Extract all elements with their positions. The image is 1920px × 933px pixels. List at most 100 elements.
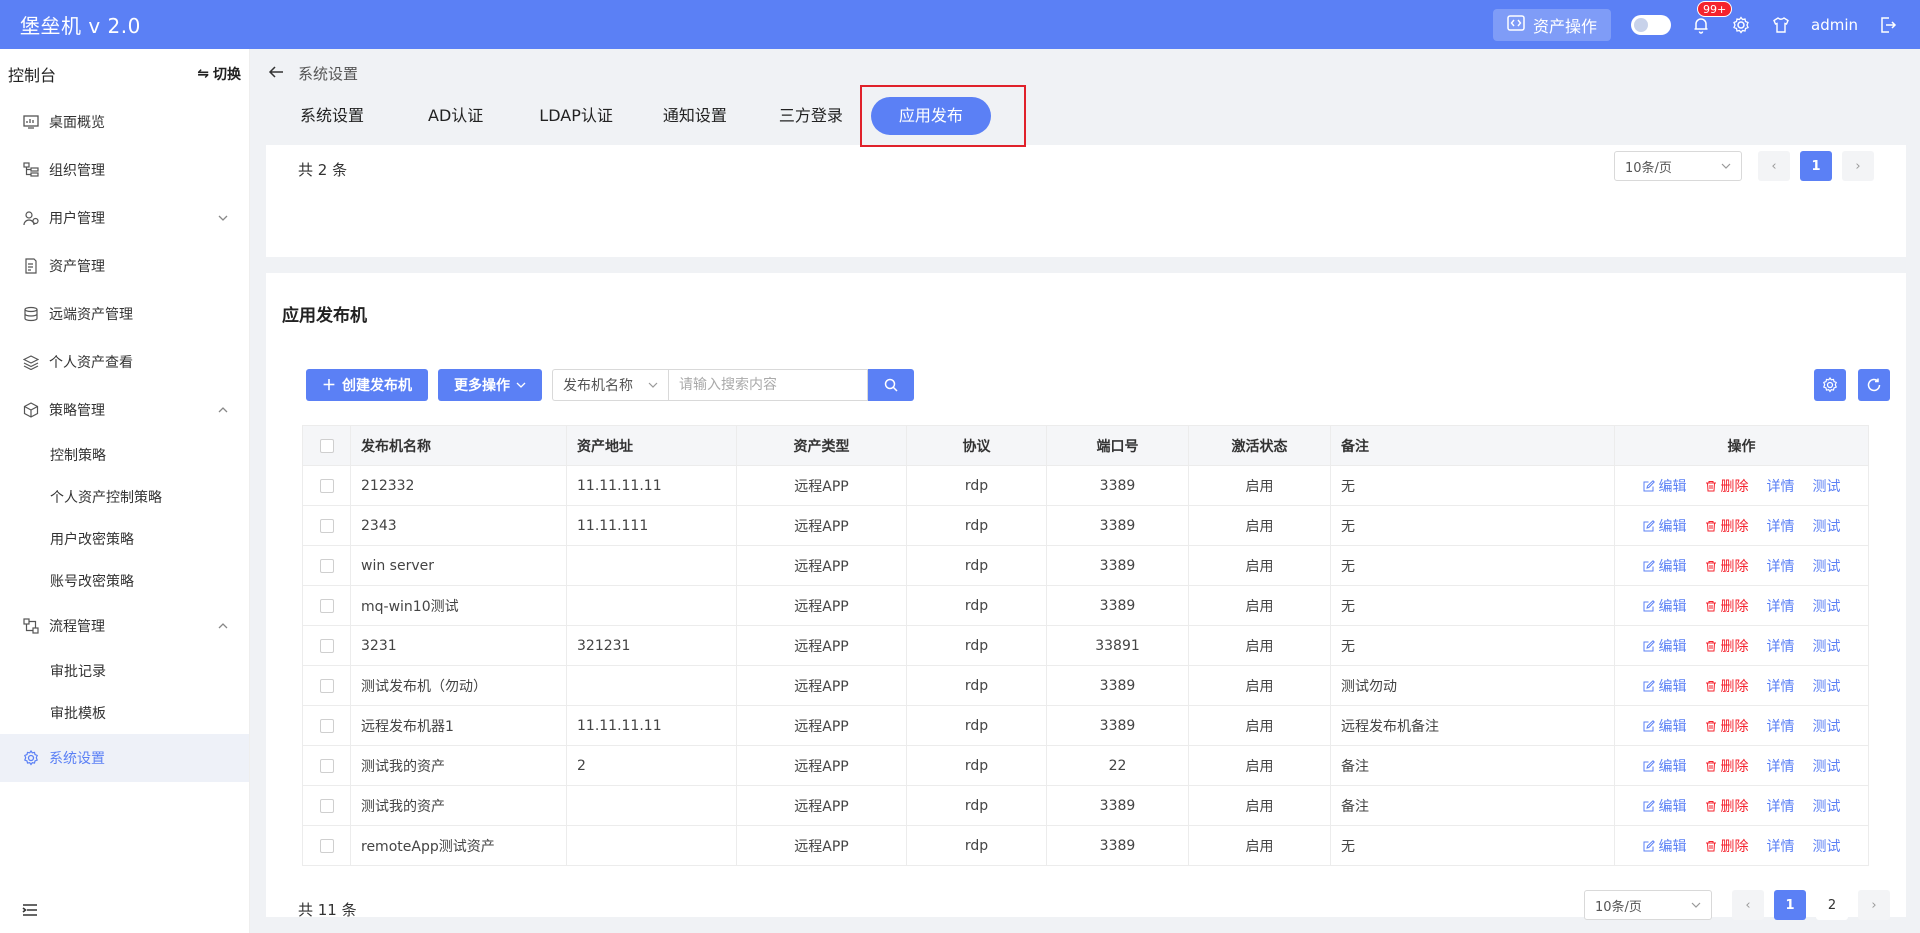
row-checkbox[interactable] [319, 638, 334, 653]
delete-button[interactable]: 删除 [1705, 476, 1749, 496]
row-select-cell[interactable] [302, 465, 351, 506]
delete-button[interactable]: 删除 [1705, 796, 1749, 816]
search-field-select[interactable]: 发布机名称 [552, 369, 668, 401]
delete-button[interactable]: 删除 [1705, 756, 1749, 776]
tab-ad-auth[interactable]: AD认证 [408, 97, 503, 135]
delete-button[interactable]: 删除 [1705, 636, 1749, 656]
next-page-button[interactable]: › [1858, 890, 1890, 920]
theme-toggle[interactable] [1631, 14, 1671, 35]
prev-page-button[interactable]: ‹ [1732, 890, 1764, 920]
detail-button[interactable]: 详情 [1767, 556, 1795, 576]
edit-button[interactable]: 编辑 [1643, 556, 1687, 576]
delete-button[interactable]: 删除 [1705, 556, 1749, 576]
edit-button[interactable]: 编辑 [1643, 676, 1687, 696]
bottom-page-size-select[interactable]: 10条/页 [1584, 890, 1712, 920]
test-button[interactable]: 测试 [1813, 716, 1841, 736]
sidebar-subitem-control-policy[interactable]: 控制策略 [0, 434, 249, 476]
edit-button[interactable]: 编辑 [1643, 756, 1687, 776]
asset-operation-button[interactable]: 资产操作 [1492, 8, 1611, 41]
prev-page-button[interactable]: ‹ [1758, 151, 1790, 181]
test-button[interactable]: 测试 [1813, 836, 1841, 856]
username[interactable]: admin [1811, 16, 1858, 34]
page-button[interactable]: 2 [1816, 890, 1848, 920]
test-button[interactable]: 测试 [1813, 676, 1841, 696]
row-select-cell[interactable] [302, 545, 351, 586]
delete-button[interactable]: 删除 [1705, 516, 1749, 536]
top-page-size-select[interactable]: 10条/页 [1614, 151, 1742, 181]
settings-button[interactable] [1731, 15, 1751, 35]
row-checkbox[interactable] [319, 798, 334, 813]
tab-notification[interactable]: 通知设置 [643, 97, 747, 135]
tab-third-party-login[interactable]: 三方登录 [759, 97, 863, 135]
sidebar-item-users[interactable]: 用户管理 [0, 194, 249, 242]
select-all-checkbox[interactable] [319, 438, 334, 453]
edit-button[interactable]: 编辑 [1643, 476, 1687, 496]
test-button[interactable]: 测试 [1813, 476, 1841, 496]
next-page-button[interactable]: › [1842, 151, 1874, 181]
switch-button[interactable]: ⇋ 切换 [197, 64, 241, 84]
row-select-cell[interactable] [302, 785, 351, 826]
edit-button[interactable]: 编辑 [1643, 716, 1687, 736]
sidebar-subitem-approval-templates[interactable]: 审批模板 [0, 692, 249, 734]
sidebar-item-policies[interactable]: 策略管理 [0, 386, 249, 434]
sidebar-item-system-settings[interactable]: 系统设置 [0, 734, 249, 782]
row-checkbox[interactable] [319, 598, 334, 613]
back-arrow-icon[interactable] [268, 65, 284, 83]
detail-button[interactable]: 详情 [1767, 476, 1795, 496]
sidebar-item-workflow[interactable]: 流程管理 [0, 602, 249, 650]
search-input[interactable] [668, 369, 868, 401]
row-checkbox[interactable] [319, 558, 334, 573]
delete-button[interactable]: 删除 [1705, 716, 1749, 736]
row-checkbox[interactable] [319, 718, 334, 733]
row-checkbox[interactable] [319, 838, 334, 853]
delete-button[interactable]: 删除 [1705, 836, 1749, 856]
row-select-cell[interactable] [302, 705, 351, 746]
delete-button[interactable]: 删除 [1705, 596, 1749, 616]
more-actions-button[interactable]: 更多操作 [438, 369, 542, 401]
row-checkbox[interactable] [319, 678, 334, 693]
detail-button[interactable]: 详情 [1767, 756, 1795, 776]
edit-button[interactable]: 编辑 [1643, 516, 1687, 536]
test-button[interactable]: 测试 [1813, 556, 1841, 576]
detail-button[interactable]: 详情 [1767, 636, 1795, 656]
row-checkbox[interactable] [319, 758, 334, 773]
sidebar-subitem-personal-control-policy[interactable]: 个人资产控制策略 [0, 476, 249, 518]
sidebar-subitem-user-password-policy[interactable]: 用户改密策略 [0, 518, 249, 560]
detail-button[interactable]: 详情 [1767, 676, 1795, 696]
detail-button[interactable]: 详情 [1767, 796, 1795, 816]
refresh-button[interactable] [1858, 369, 1890, 401]
test-button[interactable]: 测试 [1813, 516, 1841, 536]
sidebar-subitem-account-password-policy[interactable]: 账号改密策略 [0, 560, 249, 602]
row-checkbox[interactable] [319, 518, 334, 533]
sidebar-item-dashboard[interactable]: 桌面概览 [0, 98, 249, 146]
column-settings-button[interactable] [1814, 369, 1846, 401]
row-checkbox[interactable] [319, 478, 334, 493]
sidebar-item-assets[interactable]: 资产管理 [0, 242, 249, 290]
row-select-cell[interactable] [302, 745, 351, 786]
notification-button[interactable]: 99+ [1691, 0, 1733, 35]
skin-button[interactable] [1771, 15, 1791, 35]
edit-button[interactable]: 编辑 [1643, 836, 1687, 856]
edit-button[interactable]: 编辑 [1643, 596, 1687, 616]
row-select-cell[interactable] [302, 825, 351, 866]
logout-button[interactable] [1878, 15, 1898, 35]
row-select-cell[interactable] [302, 625, 351, 666]
row-select-cell[interactable] [302, 665, 351, 706]
select-all-cell[interactable] [302, 425, 351, 466]
test-button[interactable]: 测试 [1813, 796, 1841, 816]
create-publisher-button[interactable]: ＋ 创建发布机 [306, 369, 428, 401]
edit-button[interactable]: 编辑 [1643, 636, 1687, 656]
detail-button[interactable]: 详情 [1767, 516, 1795, 536]
row-select-cell[interactable] [302, 505, 351, 546]
test-button[interactable]: 测试 [1813, 756, 1841, 776]
tab-system-settings[interactable]: 系统设置 [280, 97, 384, 135]
page-button[interactable]: 1 [1774, 890, 1806, 920]
search-button[interactable] [868, 369, 914, 401]
collapse-sidebar-button[interactable] [22, 903, 38, 921]
detail-button[interactable]: 详情 [1767, 596, 1795, 616]
sidebar-item-remote-assets[interactable]: 远端资产管理 [0, 290, 249, 338]
test-button[interactable]: 测试 [1813, 636, 1841, 656]
edit-button[interactable]: 编辑 [1643, 796, 1687, 816]
detail-button[interactable]: 详情 [1767, 716, 1795, 736]
detail-button[interactable]: 详情 [1767, 836, 1795, 856]
